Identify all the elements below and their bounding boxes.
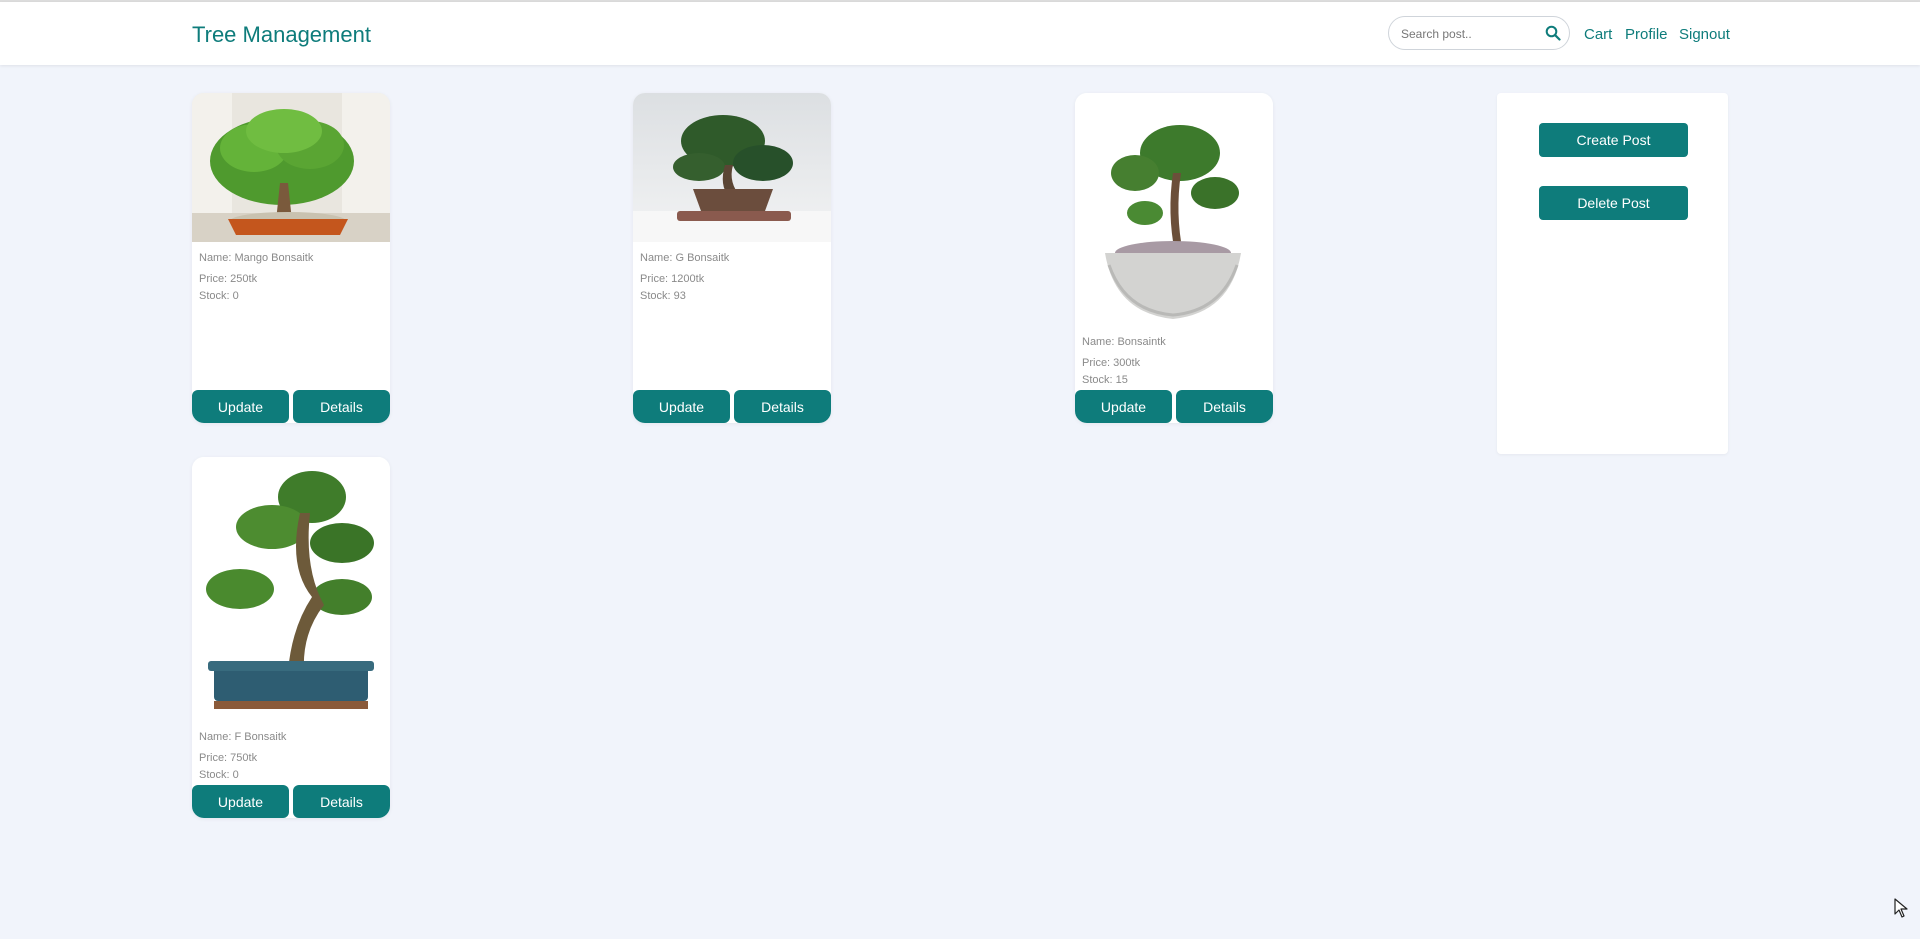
update-button[interactable]: Update — [192, 390, 289, 423]
nav-profile-link[interactable]: Profile — [1625, 26, 1668, 43]
create-post-button[interactable]: Create Post — [1539, 123, 1688, 157]
action-panel: Create Post Delete Post — [1497, 93, 1728, 454]
product-name: Name: Mango Bonsaitk — [199, 252, 314, 264]
search-box — [1388, 16, 1570, 50]
nav-cart-link[interactable]: Cart — [1584, 26, 1612, 43]
update-button[interactable]: Update — [633, 390, 730, 423]
brand-title[interactable]: Tree Management — [192, 22, 371, 48]
product-name: Name: G Bonsaitk — [640, 252, 730, 264]
search-input[interactable] — [1401, 25, 1541, 43]
product-stock: Stock: 0 — [199, 769, 239, 781]
product-price: Price: 250tk — [199, 273, 258, 285]
product-image — [192, 457, 390, 717]
product-stock: Stock: 93 — [640, 290, 686, 302]
details-button[interactable]: Details — [293, 390, 390, 423]
delete-post-button[interactable]: Delete Post — [1539, 186, 1688, 220]
nav-signout-link[interactable]: Signout — [1679, 26, 1730, 43]
product-stock: Stock: 0 — [199, 290, 239, 302]
product-price: Price: 750tk — [199, 752, 258, 764]
product-card: Name: Mango Bonsaitk Price: 250tk Stock:… — [192, 93, 390, 423]
product-card: Name: Bonsaintk Price: 300tk Stock: 15 U… — [1075, 93, 1273, 423]
product-name: Name: Bonsaintk — [1082, 336, 1166, 348]
update-button[interactable]: Update — [1075, 390, 1172, 423]
search-icon[interactable] — [1545, 25, 1561, 41]
product-name: Name: F Bonsaitk — [199, 731, 287, 743]
update-button[interactable]: Update — [192, 785, 289, 818]
product-price: Price: 300tk — [1082, 357, 1141, 369]
product-image — [633, 93, 831, 242]
details-button[interactable]: Details — [734, 390, 831, 423]
product-card: Name: F Bonsaitk Price: 750tk Stock: 0 U… — [192, 457, 390, 818]
product-card: Name: G Bonsaitk Price: 1200tk Stock: 93… — [633, 93, 831, 423]
product-price: Price: 1200tk — [640, 273, 705, 285]
navbar: Tree Management Cart Profile Signout — [0, 2, 1920, 65]
mouse-cursor-icon — [1894, 898, 1908, 918]
product-image — [192, 93, 390, 242]
product-image — [1075, 93, 1273, 323]
details-button[interactable]: Details — [293, 785, 390, 818]
details-button[interactable]: Details — [1176, 390, 1273, 423]
product-stock: Stock: 15 — [1082, 374, 1128, 386]
